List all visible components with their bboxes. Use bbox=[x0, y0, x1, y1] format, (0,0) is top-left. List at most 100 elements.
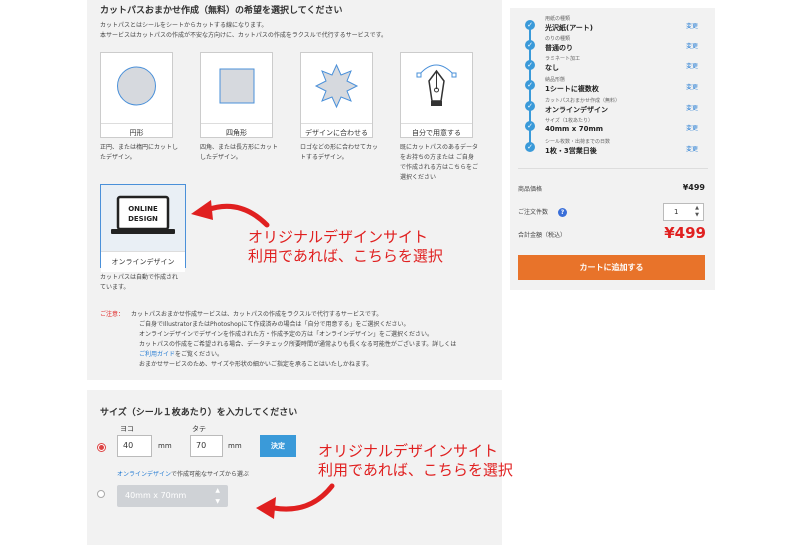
help-icon[interactable]: ? bbox=[558, 208, 567, 217]
step-label: カットパスおまかせ作成（無料） bbox=[545, 98, 621, 104]
option-circle-desc: 正円、または楕円にカットし たデザイン。 bbox=[100, 143, 190, 163]
option-square-label: 四角形 bbox=[201, 123, 272, 143]
notice-line: をご覧ください。 bbox=[175, 351, 224, 358]
total-value: ¥499 bbox=[664, 224, 706, 242]
usage-guide-link[interactable]: ご利用ガイド bbox=[139, 351, 175, 358]
intro-line-1: カットパスとはシールをシートからカットする線になります。 bbox=[100, 22, 268, 29]
radio-dot bbox=[99, 445, 104, 450]
change-link[interactable]: 変更 bbox=[686, 82, 698, 91]
change-link[interactable]: 変更 bbox=[686, 61, 698, 70]
desc-line: で作成される方はこちらをご bbox=[400, 164, 479, 171]
annotation-arrow-2 bbox=[256, 483, 335, 519]
option-circle-label: 円形 bbox=[101, 123, 172, 143]
size-title: サイズ（シール１枚あたり）を入力してください bbox=[100, 408, 298, 418]
step-label: 納品形態 bbox=[545, 77, 566, 83]
desc-line: をお持ちの方または ご自身 bbox=[400, 154, 474, 161]
step-label: 用紙の種類 bbox=[545, 16, 571, 22]
step-value: 光沢紙(アート) bbox=[545, 24, 593, 32]
annotation-text-1: オリジナルデザインサイト 利用であれば、こちらを選択 bbox=[248, 228, 443, 266]
online-size-select[interactable]: 40mm x 70mm ▲ ▼ bbox=[117, 485, 228, 507]
size-confirm-button[interactable]: 決定 bbox=[260, 435, 296, 457]
step-label: サイズ（1枚あたり） bbox=[545, 118, 594, 124]
option-design-card[interactable]: デザインに合わせる bbox=[300, 52, 373, 138]
step-value: 1シートに複数枚 bbox=[545, 85, 599, 93]
height-label: タテ bbox=[192, 425, 206, 433]
square-shape-icon bbox=[219, 68, 255, 104]
step-value: 普通のり bbox=[545, 44, 573, 52]
quantity-stepper[interactable]: 1 ▲ ▼ bbox=[663, 203, 704, 221]
desc-line: 四角、または長方形にカット bbox=[200, 144, 279, 151]
check-icon: ✓ bbox=[525, 20, 535, 30]
size-custom-radio[interactable] bbox=[97, 443, 106, 452]
height-unit: mm bbox=[228, 442, 242, 450]
quantity-label: ご注文件数 bbox=[518, 209, 549, 216]
online-size-note: オンラインデザインで作成可能なサイズから選ぶ bbox=[117, 470, 249, 480]
notice-body: カットパスおまかせ作成サービスは、カットパスの作成をラクスルで代行するサービスで… bbox=[131, 310, 501, 370]
desc-line: カットパスは自動で作成され bbox=[100, 274, 179, 281]
annotation-line: オリジナルデザインサイト bbox=[248, 228, 429, 246]
annotation-text-2: オリジナルデザインサイト 利用であれば、こちらを選択 bbox=[318, 442, 513, 480]
desc-line: 既にカットパスのあるデータ bbox=[400, 144, 479, 151]
step-value: 40mm x 70mm bbox=[545, 125, 604, 133]
option-square-desc: 四角、または長方形にカット したデザイン。 bbox=[200, 143, 290, 163]
check-icon: ✓ bbox=[525, 121, 535, 131]
height-input[interactable]: 70 bbox=[190, 435, 223, 457]
option-online-label: オンラインデザイン bbox=[101, 251, 185, 272]
add-to-cart-button[interactable]: カートに追加する bbox=[518, 255, 705, 280]
check-icon: ✓ bbox=[525, 142, 535, 152]
option-online-desc: カットパスは自動で作成され ています。 bbox=[100, 273, 195, 293]
summary-divider bbox=[518, 168, 708, 169]
laptop-screen-line2: DESIGN bbox=[128, 215, 158, 223]
change-link[interactable]: 変更 bbox=[686, 21, 698, 30]
size-online-radio[interactable] bbox=[97, 490, 105, 498]
option-square-card[interactable]: 四角形 bbox=[200, 52, 273, 138]
select-arrows-icon: ▲ ▼ bbox=[215, 487, 220, 505]
notice-line: おまかせサービスのため、サイズや形状の細かいご指定を承ることはいたしかねます。 bbox=[139, 361, 373, 368]
check-icon: ✓ bbox=[525, 80, 535, 90]
change-link[interactable]: 変更 bbox=[686, 123, 698, 132]
online-size-select-value: 40mm x 70mm bbox=[125, 491, 187, 500]
online-design-link[interactable]: オンラインデザイン bbox=[117, 471, 171, 478]
stepper-arrows-icon[interactable]: ▲ ▼ bbox=[695, 205, 699, 219]
desc-line: ています。 bbox=[100, 284, 130, 291]
notice-label: ご注意： bbox=[100, 311, 125, 318]
notice-line: オンラインデザインでデザインを作成された方・作成予定の方は「オンラインデザイン」… bbox=[139, 331, 434, 338]
desc-line: 選択ください bbox=[400, 174, 437, 181]
laptop-screen-line1: ONLINE bbox=[128, 205, 158, 213]
option-self-card[interactable]: 自分で用意する bbox=[400, 52, 473, 138]
change-link[interactable]: 変更 bbox=[686, 41, 698, 50]
step-value: オンラインデザイン bbox=[545, 106, 608, 114]
desc-line: たデザイン。 bbox=[100, 154, 136, 161]
laptop-icon: ONLINE DESIGN bbox=[111, 195, 175, 234]
check-icon: ✓ bbox=[525, 40, 535, 50]
check-icon: ✓ bbox=[525, 60, 535, 70]
desc-line: したデザイン。 bbox=[200, 154, 242, 161]
price-label: 商品価格 bbox=[518, 186, 543, 193]
option-online-card[interactable]: ONLINE DESIGN オンラインデザイン bbox=[100, 184, 186, 272]
change-link[interactable]: 変更 bbox=[686, 103, 698, 112]
step-value: なし bbox=[545, 64, 559, 72]
desc-line: トするデザイン。 bbox=[300, 154, 348, 161]
section-title: カットパスおまかせ作成（無料）の希望を選択してください bbox=[100, 6, 343, 16]
option-circle-card[interactable]: 円形 bbox=[100, 52, 173, 138]
width-unit: mm bbox=[158, 442, 172, 450]
annotation-line: 利用であれば、こちらを選択 bbox=[248, 247, 443, 265]
change-link[interactable]: 変更 bbox=[686, 144, 698, 153]
step-label: シール枚数・出荷までの日数 bbox=[545, 139, 611, 145]
annotation-line: オリジナルデザインサイト bbox=[318, 442, 499, 460]
notice-line: カットパスおまかせ作成サービスは、カットパスの作成をラクスルで代行するサービスで… bbox=[131, 311, 383, 318]
option-self-label: 自分で用意する bbox=[401, 123, 472, 143]
price-value: ¥499 bbox=[682, 183, 705, 192]
notice-line: ご自身でIllustratorまたはPhotoshopにて作成済みの場合は「自分… bbox=[139, 321, 410, 328]
option-design-label: デザインに合わせる bbox=[301, 123, 372, 143]
width-input[interactable]: 40 bbox=[117, 435, 152, 457]
notice-line: カットパスの作成をご希望される場合、データチェック所要時間が通常よりも長くなる可… bbox=[139, 341, 457, 348]
online-size-note-text: で作成可能なサイズから選ぶ bbox=[171, 471, 249, 478]
step-label: ラミネート加工 bbox=[545, 56, 581, 62]
intro-line-2: 本サービスはカットパスの作成が不安な方向けに、カットパスの作成をラクスルで代行す… bbox=[100, 32, 388, 39]
order-summary bbox=[510, 8, 715, 290]
check-icon: ✓ bbox=[525, 101, 535, 111]
step-value: 1枚・3営業日後 bbox=[545, 147, 597, 155]
star-shape-icon bbox=[314, 63, 359, 109]
option-self-desc: 既にカットパスのあるデータ をお持ちの方または ご自身 で作成される方はこちらを… bbox=[400, 143, 495, 183]
